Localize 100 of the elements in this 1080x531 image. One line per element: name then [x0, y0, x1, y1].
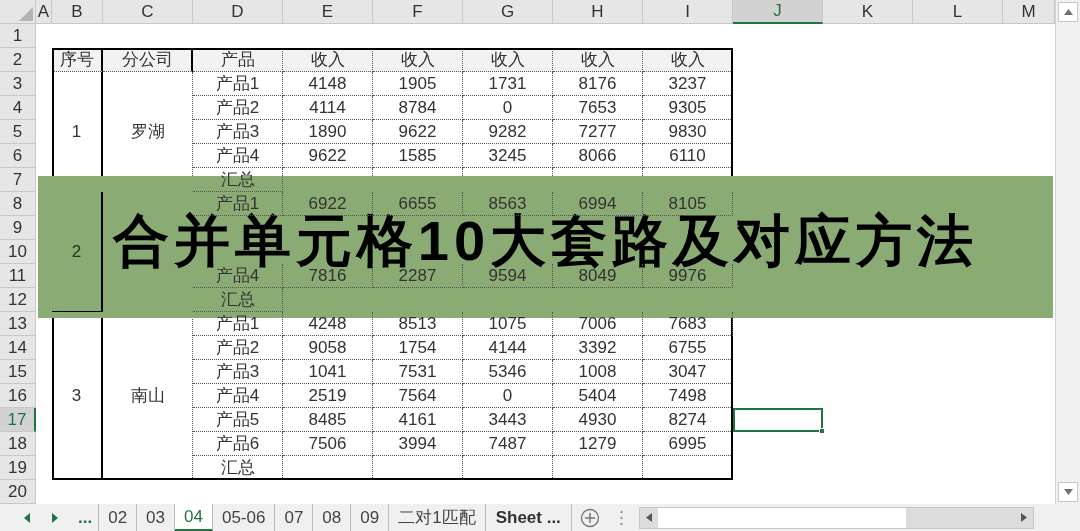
- table-cell: 9058: [283, 336, 373, 360]
- sheet-tab[interactable]: ...: [72, 504, 100, 531]
- row-header[interactable]: 17: [0, 408, 36, 432]
- table-cell: 0: [463, 384, 553, 408]
- triangle-icon: [19, 7, 33, 21]
- table-cell: 产品4: [193, 144, 283, 168]
- table-cell: 3047: [643, 360, 733, 384]
- row-header[interactable]: 2: [0, 48, 36, 72]
- table-cell: 1041: [283, 360, 373, 384]
- scrollbar-thumb[interactable]: [657, 507, 906, 528]
- scroll-left-icon[interactable]: [24, 512, 30, 523]
- column-header[interactable]: G: [463, 0, 553, 24]
- header-cell: 收入: [553, 48, 643, 72]
- sheet-tab[interactable]: Sheet ...: [485, 504, 572, 531]
- add-sheet-icon[interactable]: [579, 507, 600, 528]
- header-cell: 收入: [643, 48, 733, 72]
- table-cell: 产品2: [193, 96, 283, 120]
- table-cell: 9305: [643, 96, 733, 120]
- table-cell: 5404: [553, 384, 643, 408]
- column-header[interactable]: I: [643, 0, 733, 24]
- sheet-tab[interactable]: 07: [275, 504, 314, 531]
- sheet-tab[interactable]: 09: [351, 504, 390, 531]
- row-header[interactable]: 9: [0, 216, 36, 240]
- row-header[interactable]: 19: [0, 456, 36, 480]
- table-cell: 产品4: [193, 384, 283, 408]
- table-cell: 7653: [553, 96, 643, 120]
- table-cell: 1279: [553, 432, 643, 456]
- selected-cell[interactable]: [733, 408, 823, 432]
- horizontal-scrollbar[interactable]: [638, 506, 1034, 529]
- scroll-up-button[interactable]: [1058, 2, 1078, 22]
- table-cell: 0: [463, 96, 553, 120]
- table-cell: 产品6: [193, 432, 283, 456]
- column-header[interactable]: E: [283, 0, 373, 24]
- column-header[interactable]: B: [52, 0, 103, 24]
- row-header[interactable]: 16: [0, 384, 36, 408]
- splitter-icon[interactable]: [619, 509, 623, 526]
- table-cell: 9622: [283, 144, 373, 168]
- sheet-tab[interactable]: 二对1匹配: [389, 504, 486, 531]
- header-cell: 产品: [193, 48, 283, 72]
- left-arrow-icon[interactable]: [645, 513, 652, 522]
- row-header[interactable]: 20: [0, 480, 36, 504]
- scroll-down-button[interactable]: [1058, 482, 1078, 502]
- row-header[interactable]: 8: [0, 192, 36, 216]
- row-header[interactable]: 6: [0, 144, 36, 168]
- row-header[interactable]: 11: [0, 264, 36, 288]
- table-cell: 1008: [553, 360, 643, 384]
- table-cell: 6110: [643, 144, 733, 168]
- right-arrow-icon[interactable]: [1020, 513, 1027, 522]
- table-cell: 4114: [283, 96, 373, 120]
- table-cell: 1585: [373, 144, 463, 168]
- row-header[interactable]: 4: [0, 96, 36, 120]
- column-header[interactable]: M: [1003, 0, 1055, 24]
- column-header[interactable]: J: [733, 0, 823, 24]
- table-cell: 2519: [283, 384, 373, 408]
- table-cell: 7564: [373, 384, 463, 408]
- header-cell: 收入: [463, 48, 553, 72]
- sheet-tab[interactable]: 04: [175, 504, 213, 531]
- up-arrow-icon: [1063, 9, 1073, 15]
- table-cell: 7506: [283, 432, 373, 456]
- header-cell: 分公司: [103, 48, 193, 72]
- sheet-tab[interactable]: 08: [313, 504, 352, 531]
- table-cell: 3392: [553, 336, 643, 360]
- row-header[interactable]: 1: [0, 24, 36, 48]
- table-cell: 9830: [643, 120, 733, 144]
- row-header[interactable]: 5: [0, 120, 36, 144]
- sheet-tab[interactable]: 02: [99, 504, 138, 531]
- table-cell: 1731: [463, 72, 553, 96]
- table-cell: 产品3: [193, 360, 283, 384]
- row-header[interactable]: 14: [0, 336, 36, 360]
- table-cell: 7498: [643, 384, 733, 408]
- sheet-tab[interactable]: 05-06: [212, 504, 276, 531]
- table-cell: 4161: [373, 408, 463, 432]
- column-header[interactable]: C: [103, 0, 193, 24]
- row-header[interactable]: 12: [0, 288, 36, 312]
- table-cell: 8176: [553, 72, 643, 96]
- row-header[interactable]: 3: [0, 72, 36, 96]
- row-header[interactable]: 10: [0, 240, 36, 264]
- row-header[interactable]: 13: [0, 312, 36, 336]
- table-cell: 4148: [283, 72, 373, 96]
- row-header[interactable]: 7: [0, 168, 36, 192]
- column-header[interactable]: D: [193, 0, 283, 24]
- row-header[interactable]: 15: [0, 360, 36, 384]
- table-cell: 8485: [283, 408, 373, 432]
- table-cell: 1890: [283, 120, 373, 144]
- column-header[interactable]: A: [36, 0, 52, 24]
- table-cell: 汇总: [193, 456, 283, 480]
- scroll-right-icon[interactable]: [52, 512, 58, 523]
- table-cell: 4930: [553, 408, 643, 432]
- column-header[interactable]: F: [373, 0, 463, 24]
- table-cell: 8066: [553, 144, 643, 168]
- table-cell: 8274: [643, 408, 733, 432]
- column-header[interactable]: L: [913, 0, 1003, 24]
- column-header[interactable]: K: [823, 0, 913, 24]
- table-cell: 5346: [463, 360, 553, 384]
- down-arrow-icon: [1063, 489, 1073, 495]
- column-header[interactable]: H: [553, 0, 643, 24]
- table-cell: 4144: [463, 336, 553, 360]
- table-cell: 7487: [463, 432, 553, 456]
- table-cell: 9282: [463, 120, 553, 144]
- row-header[interactable]: 18: [0, 432, 36, 456]
